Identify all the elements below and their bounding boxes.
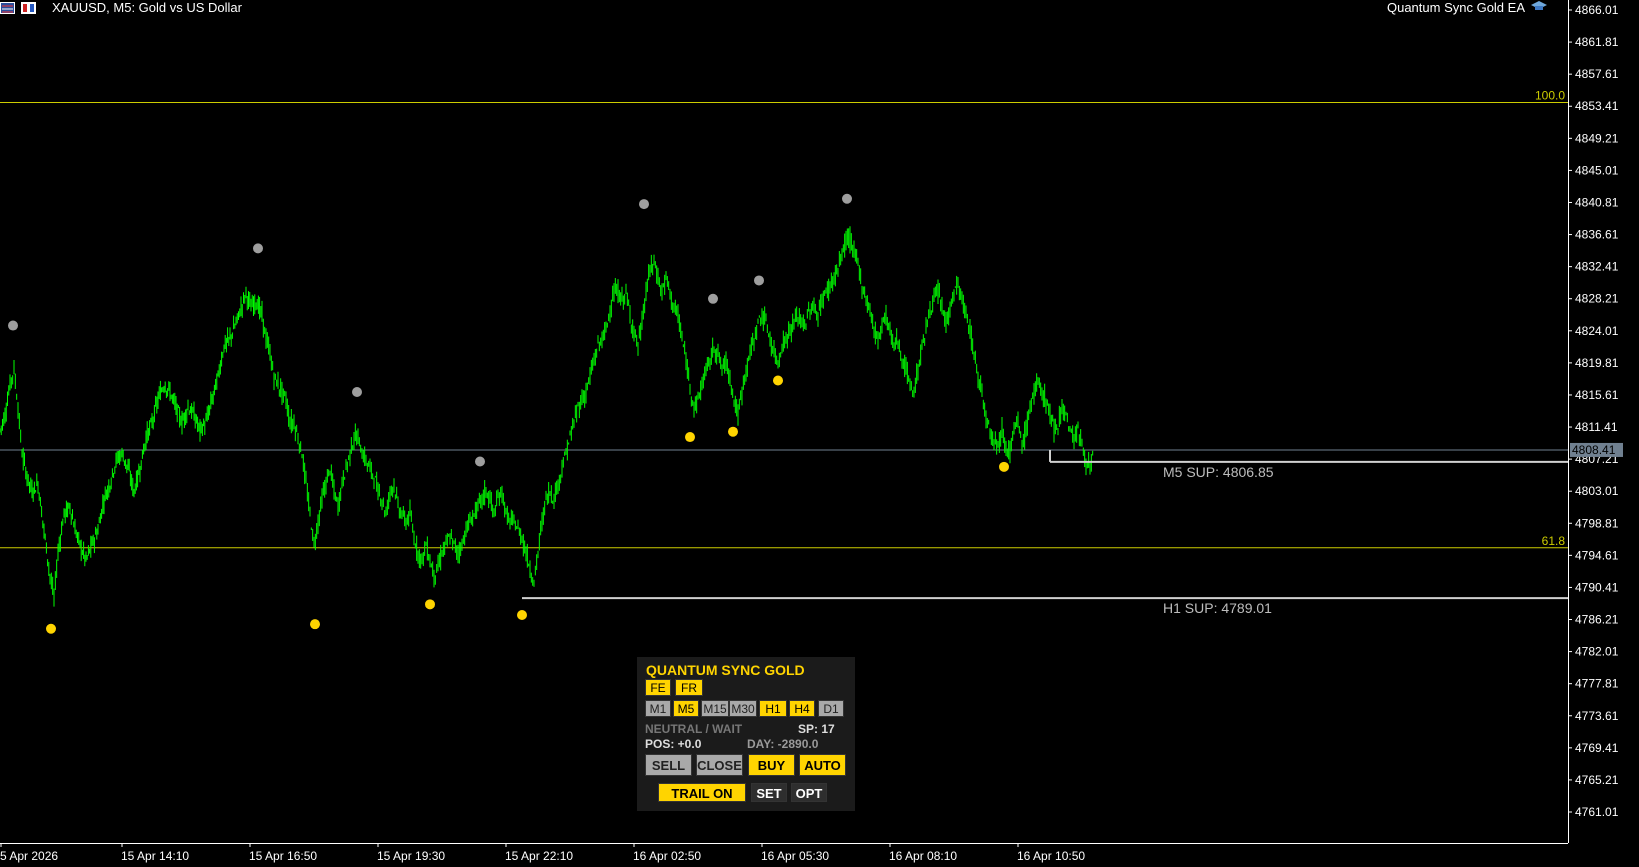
spread-value: SP: 17 (798, 722, 835, 736)
price-tick-label: 4769.41 (1575, 741, 1619, 755)
timeframe-d1-button[interactable]: D1 (818, 700, 844, 717)
support-label: M5 SUP: 4806.85 (1163, 464, 1274, 480)
time-tick-label: 16 Apr 05:30 (761, 849, 829, 863)
ea-control-panel: QUANTUM SYNC GOLD FE FR M1 M5 M15 M30 H1… (637, 657, 855, 811)
day-pnl: DAY: -2890.0 (747, 737, 819, 751)
time-tick-label: 15 Apr 16:50 (249, 849, 317, 863)
panel-title: QUANTUM SYNC GOLD (646, 662, 805, 678)
lang-fe-button[interactable]: FE (645, 679, 671, 696)
one-click-trading-icon[interactable] (21, 1, 36, 14)
price-tick-label: 4857.61 (1575, 67, 1619, 81)
signal-status: NEUTRAL / WAIT (645, 722, 743, 736)
price-tick-label: 4811.41 (1575, 420, 1618, 434)
graduation-cap-icon (1531, 0, 1547, 15)
buy-button[interactable]: BUY (748, 754, 795, 776)
trail-toggle-button[interactable]: TRAIL ON (658, 783, 746, 802)
swing-low-dot (773, 375, 783, 386)
price-tick-label: 4836.61 (1575, 228, 1619, 242)
swing-low-dot (310, 619, 320, 630)
close-button[interactable]: CLOSE (696, 754, 743, 776)
swing-high-dot (8, 320, 18, 331)
price-tick-label: 4861.81 (1575, 35, 1619, 49)
fib-level-label: 61.8 (1542, 534, 1566, 548)
price-tick-label: 4819.81 (1575, 356, 1619, 370)
sell-button[interactable]: SELL (645, 754, 692, 776)
ea-name: Quantum Sync Gold EA (1386, 0, 1525, 15)
swing-low-dot (425, 599, 435, 610)
price-tick-label: 4794.61 (1575, 548, 1619, 562)
time-tick-label: 16 Apr 02:50 (633, 849, 701, 863)
trade-levels-icon[interactable] (0, 1, 15, 14)
price-tick-label: 4761.01 (1575, 805, 1619, 819)
swing-high-dot (253, 243, 263, 254)
price-tick-label: 4803.01 (1575, 484, 1619, 498)
position-pnl: POS: +0.0 (645, 737, 702, 751)
current-price-label: 4808.41 (1572, 443, 1616, 457)
time-tick-label: 15 Apr 14:10 (121, 849, 189, 863)
settings-button[interactable]: SET (751, 783, 787, 802)
lang-fr-button[interactable]: FR (675, 679, 703, 696)
price-tick-label: 4773.61 (1575, 709, 1619, 723)
price-tick-label: 4777.81 (1575, 677, 1619, 691)
swing-high-dot (708, 293, 718, 304)
timeframe-h1-button[interactable]: H1 (759, 700, 787, 717)
swing-high-dot (842, 193, 852, 204)
time-tick-label: 16 Apr 08:10 (889, 849, 957, 863)
price-tick-label: 4832.41 (1575, 260, 1619, 274)
timeframe-m30-button[interactable]: M30 (729, 700, 757, 717)
price-tick-label: 4845.01 (1575, 163, 1619, 177)
swing-low-dot (728, 426, 738, 437)
swing-low-dot (999, 461, 1009, 472)
timeframe-m5-button[interactable]: M5 (673, 700, 699, 717)
auto-button[interactable]: AUTO (799, 754, 846, 776)
price-tick-label: 4786.21 (1575, 613, 1619, 627)
price-tick-label: 4790.41 (1575, 580, 1619, 594)
swing-high-dot (639, 199, 649, 210)
swing-high-dot (352, 386, 362, 397)
timeframe-h4-button[interactable]: H4 (789, 700, 815, 717)
price-tick-label: 4815.61 (1575, 388, 1619, 402)
price-tick-label: 4866.01 (1575, 3, 1619, 17)
expert-advisor-label[interactable]: Quantum Sync Gold EA (1387, 0, 1547, 15)
time-tick-label: 15 Apr 22:10 (505, 849, 573, 863)
fib-level-label: 100.0 (1535, 88, 1565, 102)
chart-symbol-title: XAUUSD, M5: Gold vs US Dollar (52, 0, 242, 15)
price-tick-label: 4849.21 (1575, 131, 1619, 145)
price-tick-label: 4765.21 (1575, 773, 1619, 787)
options-button[interactable]: OPT (791, 783, 827, 802)
time-tick-label: 15 Apr 19:30 (377, 849, 445, 863)
price-tick-label: 4824.01 (1575, 324, 1619, 338)
swing-low-dot (517, 610, 527, 621)
price-tick-label: 4798.81 (1575, 516, 1619, 530)
price-tick-label: 4840.81 (1575, 195, 1619, 209)
price-tick-label: 4853.41 (1575, 99, 1619, 113)
time-tick-label: 5 Apr 2026 (0, 849, 58, 863)
swing-high-dot (754, 275, 764, 286)
time-tick-label: 16 Apr 10:50 (1017, 849, 1085, 863)
chart-title-bar: XAUUSD, M5: Gold vs US Dollar (0, 0, 242, 15)
support-label: H1 SUP: 4789.01 (1163, 600, 1272, 616)
swing-low-dot (685, 432, 695, 443)
price-tick-label: 4782.01 (1575, 645, 1619, 659)
timeframe-m15-button[interactable]: M15 (701, 700, 729, 717)
price-tick-label: 4828.21 (1575, 292, 1619, 306)
timeframe-m1-button[interactable]: M1 (645, 700, 671, 717)
swing-high-dot (475, 456, 485, 467)
swing-low-dot (46, 623, 56, 634)
